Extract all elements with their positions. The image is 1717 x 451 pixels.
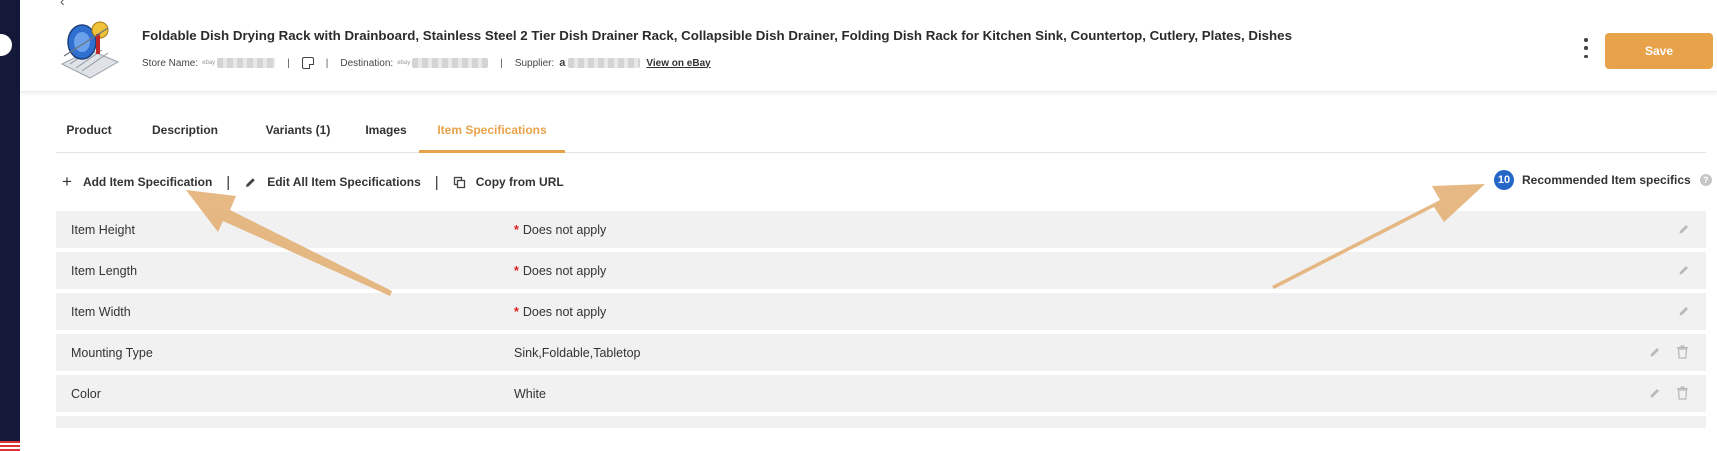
destination-value bbox=[412, 58, 489, 68]
edit-icon[interactable] bbox=[1678, 223, 1690, 235]
spec-actions-bar: + Add Item Specification | Edit All Item… bbox=[62, 172, 564, 192]
edit-icon[interactable] bbox=[1649, 387, 1661, 399]
ebay-mini-logo: ebay bbox=[202, 60, 216, 66]
edit-all-specifications-label: Edit All Item Specifications bbox=[267, 175, 421, 189]
tab-item-specifications[interactable]: Item Specifications bbox=[419, 109, 565, 153]
copy-from-url-label: Copy from URL bbox=[475, 175, 564, 189]
meta-separator: | bbox=[287, 57, 290, 69]
save-button[interactable]: Save bbox=[1605, 33, 1713, 69]
store-name-label: Store Name: bbox=[142, 57, 199, 69]
spec-value-text: Does not apply bbox=[522, 223, 607, 237]
product-thumbnail bbox=[56, 16, 122, 82]
view-on-ebay-link[interactable]: View on eBay bbox=[646, 58, 710, 69]
spec-value-text: Does not apply bbox=[522, 264, 607, 278]
spec-row: Item Length * Does not apply bbox=[56, 252, 1706, 293]
product-meta: Store Name: ebay | | Destination: ebay |… bbox=[142, 57, 711, 69]
spec-name: Mounting Type bbox=[71, 346, 153, 360]
spec-name: Item Length bbox=[71, 264, 138, 278]
kebab-menu-icon[interactable] bbox=[1581, 38, 1591, 58]
tab-description[interactable]: Description bbox=[135, 109, 235, 153]
recommended-count-badge: 10 bbox=[1494, 170, 1514, 190]
spec-value: * Does not apply bbox=[514, 305, 606, 319]
tab-bar: Product Description Variants (1) Images … bbox=[56, 109, 1706, 153]
spec-value: White bbox=[514, 387, 546, 401]
action-separator: | bbox=[434, 173, 439, 191]
spec-name: Item Width bbox=[71, 305, 131, 319]
spec-value: * Does not apply bbox=[514, 264, 606, 278]
add-item-specification-button[interactable]: + Add Item Specification bbox=[62, 172, 212, 192]
meta-separator: | bbox=[325, 57, 329, 69]
trash-icon[interactable] bbox=[1676, 345, 1689, 359]
sidebar-toggle[interactable] bbox=[0, 34, 12, 56]
edit-icon[interactable] bbox=[1678, 264, 1690, 276]
edit-icon[interactable] bbox=[1678, 305, 1690, 317]
spec-row: Item Height * Does not apply bbox=[56, 211, 1706, 252]
destination-label: Destination: bbox=[340, 57, 394, 69]
supplier-value bbox=[568, 58, 641, 68]
store-name-value bbox=[217, 58, 276, 68]
recommended-item-specifics[interactable]: 10 Recommended Item specifics ? bbox=[1494, 170, 1712, 190]
required-marker: * bbox=[514, 264, 519, 278]
help-icon[interactable]: ? bbox=[1699, 174, 1712, 186]
flag-icon bbox=[0, 441, 20, 451]
supplier-label: Supplier: bbox=[514, 57, 555, 69]
spec-name: Item Height bbox=[71, 223, 135, 237]
edit-all-specifications-button[interactable]: Edit All Item Specifications bbox=[244, 175, 421, 189]
meta-separator: | bbox=[500, 57, 503, 69]
spec-value: Sink,Foldable,Tabletop bbox=[514, 346, 641, 360]
edit-icon[interactable] bbox=[1649, 346, 1661, 358]
pencil-icon bbox=[246, 177, 256, 187]
spec-row-partial bbox=[56, 416, 1706, 428]
spec-row: Color White bbox=[56, 375, 1706, 416]
plus-icon: + bbox=[62, 172, 72, 191]
recommended-label: Recommended Item specifics bbox=[1522, 173, 1691, 187]
product-title: Foldable Dish Drying Rack with Drainboar… bbox=[142, 28, 1292, 43]
note-icon[interactable] bbox=[301, 57, 314, 69]
back-arrow-icon[interactable]: ‹ bbox=[60, 0, 65, 9]
spec-row: Mounting Type Sink,Foldable,Tabletop bbox=[56, 334, 1706, 375]
product-header: ‹ Foldable Dish Drying Rack with Drainbo… bbox=[20, 0, 1717, 92]
spec-value-text: Does not apply bbox=[522, 305, 607, 319]
tab-images[interactable]: Images bbox=[356, 109, 416, 153]
ebay-mini-logo: ebay bbox=[397, 60, 411, 66]
trash-icon[interactable] bbox=[1676, 386, 1689, 400]
spec-value: * Does not apply bbox=[514, 223, 606, 237]
amazon-logo: a bbox=[559, 57, 566, 69]
item-specifications-table: Item Height * Does not apply Item Length … bbox=[56, 211, 1706, 428]
copy-from-url-button[interactable]: Copy from URL bbox=[453, 175, 564, 189]
action-separator: | bbox=[226, 173, 231, 191]
tab-variants[interactable]: Variants (1) bbox=[248, 109, 348, 153]
spec-name: Color bbox=[71, 387, 101, 401]
left-sidebar bbox=[0, 0, 20, 451]
copy-icon bbox=[453, 176, 465, 188]
add-item-specification-label: Add Item Specification bbox=[82, 175, 213, 189]
required-marker: * bbox=[514, 305, 519, 319]
tab-product[interactable]: Product bbox=[56, 109, 122, 153]
required-marker: * bbox=[514, 223, 519, 237]
spec-row: Item Width * Does not apply bbox=[56, 293, 1706, 334]
